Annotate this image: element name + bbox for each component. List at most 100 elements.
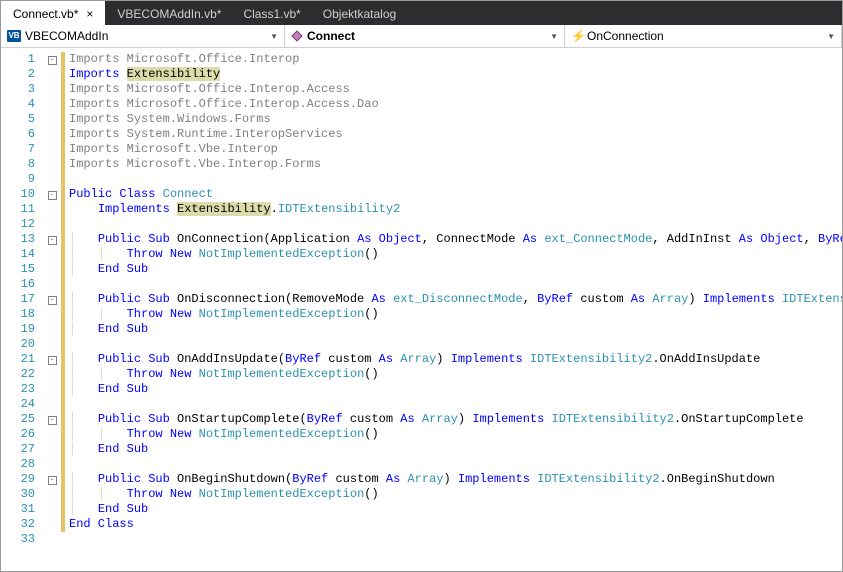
fold-cell[interactable]: - [43, 52, 61, 67]
vb-icon: VB [7, 30, 21, 42]
fold-cell[interactable]: - [43, 472, 61, 487]
line-number: 30 [1, 487, 35, 502]
document-tab[interactable]: Class1.vb* [231, 1, 310, 25]
code-line[interactable]: Imports Microsoft.Office.Interop [69, 52, 842, 67]
line-number: 16 [1, 277, 35, 292]
code-line[interactable] [69, 457, 842, 472]
code-line[interactable] [69, 397, 842, 412]
line-number: 19 [1, 322, 35, 337]
code-line[interactable]: │ Public Sub OnDisconnection(RemoveMode … [69, 292, 842, 307]
code-line[interactable]: Imports System.Runtime.InteropServices [69, 127, 842, 142]
document-tab[interactable]: Objektkatalog [311, 1, 406, 25]
code-line[interactable]: │ End Sub [69, 502, 842, 517]
code-line[interactable]: End Class [69, 517, 842, 532]
fold-cell [43, 367, 61, 382]
line-number: 33 [1, 532, 35, 547]
fold-toggle-icon[interactable]: - [48, 416, 57, 425]
fold-cell [43, 397, 61, 412]
code-line[interactable] [69, 172, 842, 187]
line-number: 7 [1, 142, 35, 157]
chevron-down-icon: ▼ [827, 32, 835, 41]
line-number: 8 [1, 157, 35, 172]
code-line[interactable]: │ Public Sub OnStartupComplete(ByRef cus… [69, 412, 842, 427]
fold-toggle-icon[interactable]: - [48, 236, 57, 245]
code-line[interactable]: │ │ Throw New NotImplementedException() [69, 247, 842, 262]
nav-scope-class-label: Connect [307, 29, 355, 43]
code-line[interactable]: │ End Sub [69, 322, 842, 337]
document-tabbar: Connect.vb* × VBECOMAddIn.vb*Class1.vb*Obj… [1, 1, 842, 25]
code-line[interactable]: │ │ Throw New NotImplementedException() [69, 307, 842, 322]
line-number: 23 [1, 382, 35, 397]
fold-cell [43, 82, 61, 97]
document-tab[interactable]: Connect.vb* × [1, 1, 105, 25]
close-icon[interactable]: × [84, 8, 95, 20]
code-line[interactable]: │ Public Sub OnAddInsUpdate(ByRef custom… [69, 352, 842, 367]
document-tab[interactable]: VBECOMAddIn.vb* [105, 1, 231, 25]
nav-scope-project[interactable]: VB VBECOMAddIn ▼ [1, 25, 285, 47]
code-line[interactable]: │ End Sub [69, 382, 842, 397]
code-line[interactable]: Public Class Connect [69, 187, 842, 202]
line-number-gutter: 1234567891011121314151617181920212223242… [1, 48, 43, 571]
code-surface[interactable]: Imports Microsoft.Office.InteropImports … [65, 48, 842, 571]
line-number: 14 [1, 247, 35, 262]
fold-cell [43, 277, 61, 292]
line-number: 25 [1, 412, 35, 427]
fold-cell[interactable]: - [43, 412, 61, 427]
fold-cell [43, 322, 61, 337]
code-line[interactable]: 💡 Implements Extensibility.IDTExtensibil… [69, 202, 842, 217]
nav-scope-member-label: OnConnection [587, 29, 664, 43]
nav-scope-class[interactable]: Connect ▼ [285, 25, 565, 47]
code-line[interactable]: Imports Microsoft.Vbe.Interop.Forms [69, 157, 842, 172]
fold-cell[interactable]: - [43, 292, 61, 307]
line-number: 1 [1, 52, 35, 67]
fold-cell [43, 97, 61, 112]
code-line[interactable]: Imports System.Windows.Forms [69, 112, 842, 127]
code-line[interactable]: Imports Microsoft.Office.Interop.Access [69, 82, 842, 97]
fold-toggle-icon[interactable]: - [48, 56, 57, 65]
line-number: 13 [1, 232, 35, 247]
code-line[interactable]: Imports Microsoft.Office.Interop.Access.… [69, 97, 842, 112]
outline-fold-gutter[interactable]: - - - - - - - [43, 48, 61, 571]
fold-cell[interactable]: - [43, 352, 61, 367]
code-line[interactable]: │ Public Sub OnBeginShutdown(ByRef custo… [69, 472, 842, 487]
code-line[interactable]: Imports Microsoft.Vbe.Interop [69, 142, 842, 157]
code-line[interactable]: │ End Sub [69, 442, 842, 457]
line-number: 2 [1, 67, 35, 82]
code-line[interactable] [69, 277, 842, 292]
tab-label: Connect.vb* [13, 7, 78, 21]
code-line[interactable] [69, 337, 842, 352]
code-editor[interactable]: 1234567891011121314151617181920212223242… [1, 48, 842, 571]
line-number: 17 [1, 292, 35, 307]
class-icon [291, 30, 303, 42]
chevron-down-icon: ▼ [270, 32, 278, 41]
fold-toggle-icon[interactable]: - [48, 296, 57, 305]
code-line[interactable]: Imports Extensibility [69, 67, 842, 82]
fold-cell [43, 142, 61, 157]
fold-cell [43, 247, 61, 262]
code-line[interactable] [69, 532, 842, 547]
code-line[interactable]: │ │ Throw New NotImplementedException() [69, 367, 842, 382]
code-line[interactable]: │ │ Throw New NotImplementedException() [69, 427, 842, 442]
code-line[interactable]: │ End Sub [69, 262, 842, 277]
line-number: 6 [1, 127, 35, 142]
code-line[interactable]: │ │ Throw New NotImplementedException() [69, 487, 842, 502]
code-line[interactable] [69, 217, 842, 232]
fold-cell [43, 337, 61, 352]
line-number: 22 [1, 367, 35, 382]
line-number: 28 [1, 457, 35, 472]
line-number: 11 [1, 202, 35, 217]
fold-cell[interactable]: - [43, 187, 61, 202]
fold-cell[interactable]: - [43, 232, 61, 247]
code-line[interactable]: │ Public Sub OnConnection(Application As… [69, 232, 842, 247]
fold-toggle-icon[interactable]: - [48, 476, 57, 485]
fold-cell [43, 502, 61, 517]
fold-cell [43, 262, 61, 277]
line-number: 27 [1, 442, 35, 457]
nav-scope-member[interactable]: OnConnection ▼ [565, 25, 842, 47]
line-number: 24 [1, 397, 35, 412]
event-icon [571, 30, 583, 42]
fold-toggle-icon[interactable]: - [48, 356, 57, 365]
fold-cell [43, 112, 61, 127]
fold-toggle-icon[interactable]: - [48, 191, 57, 200]
fold-cell [43, 427, 61, 442]
